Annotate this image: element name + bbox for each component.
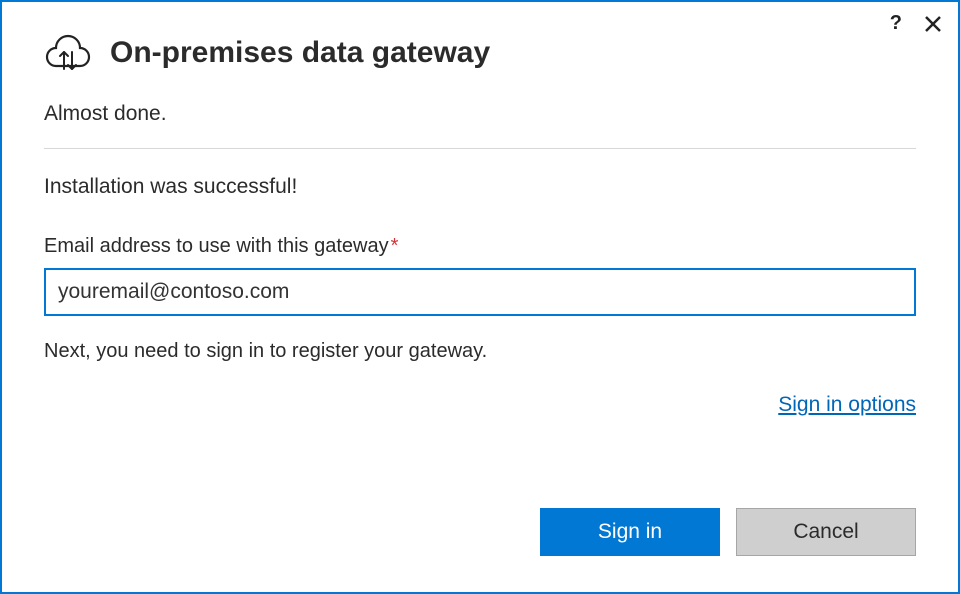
gateway-setup-window: ? On-premises data gat [0,0,960,594]
signin-button[interactable]: Sign in [540,508,720,556]
required-mark: * [391,235,399,257]
dialog-subtitle: Almost done. [44,102,916,126]
help-icon[interactable]: ? [886,10,906,37]
close-icon[interactable] [920,11,946,37]
email-input[interactable] [44,268,916,316]
next-step-text: Next, you need to sign in to register yo… [44,340,916,363]
titlebar: ? [886,10,946,37]
dialog-title: On-premises data gateway [110,36,490,70]
divider [44,148,916,149]
dialog-header: On-premises data gateway [44,32,916,74]
email-label-text: Email address to use with this gateway [44,235,389,257]
button-row: Sign in Cancel [540,508,916,556]
install-status-text: Installation was successful! [44,175,916,199]
cancel-button[interactable]: Cancel [736,508,916,556]
dialog-content: On-premises data gateway Almost done. In… [2,2,958,417]
link-row: Sign in options [44,393,916,417]
email-field-label: Email address to use with this gateway* [44,235,916,258]
cloud-updown-icon [44,32,92,74]
signin-options-link[interactable]: Sign in options [778,393,916,416]
